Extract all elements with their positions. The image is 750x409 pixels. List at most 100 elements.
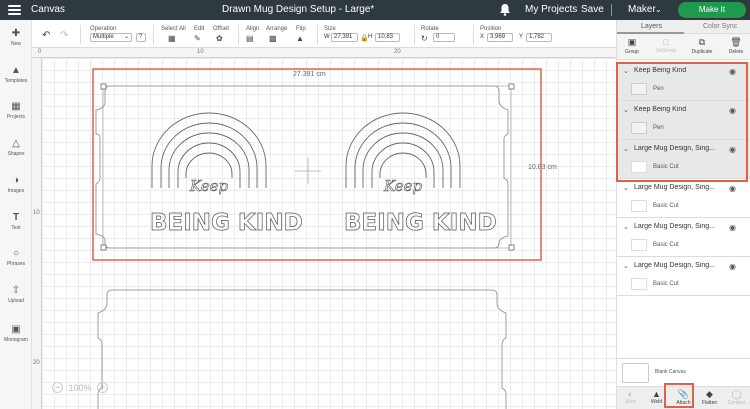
sidebar-item-shapes[interactable]: △ Shapes [0, 138, 32, 157]
eye-icon[interactable]: ◉ [729, 145, 736, 154]
delete-button[interactable]: 🗑 Delete [723, 37, 749, 55]
operation-help-button[interactable]: ? [136, 33, 146, 42]
sidebar-item-new[interactable]: ✚ New [0, 28, 32, 47]
ungroup-button[interactable]: □ UnGroup [653, 37, 679, 54]
shapes-icon: △ [12, 138, 20, 149]
layer-operation: Basic Cut [653, 281, 679, 287]
eye-icon[interactable]: ◉ [729, 106, 736, 115]
chevron-down-icon[interactable]: ⌄ [655, 5, 662, 14]
eye-icon[interactable]: ◉ [729, 223, 736, 232]
undo-icon[interactable]: ↶ [42, 30, 50, 41]
tab-layers[interactable]: Layers [641, 23, 662, 30]
machine-selector[interactable]: Maker [628, 4, 656, 15]
chevron-down-icon[interactable]: ⌄ [623, 223, 629, 231]
canvas-drawing: Keep Keep BEING KIND BEING KIND 27.391 c… [92, 68, 557, 409]
y-input[interactable]: 1,782 [526, 33, 552, 42]
group-button[interactable]: ▣ Group [619, 37, 645, 55]
x-input[interactable]: 3,969 [487, 33, 513, 42]
mug-template-second[interactable] [97, 289, 507, 409]
resize-handle-top-right[interactable] [508, 83, 515, 90]
blank-canvas-label: Blank Canvas [655, 369, 686, 375]
projects-icon: ▦ [11, 101, 21, 112]
resize-handle-top-left[interactable] [100, 83, 107, 90]
flip-icon[interactable]: ▲ [296, 34, 304, 43]
layer-item[interactable]: ⌄ Keep Being Kind ◉ Pen [617, 62, 750, 101]
design-text-script-left[interactable]: Keep [189, 177, 229, 196]
arrange-icon[interactable]: ▩ [269, 34, 277, 43]
design-canvas[interactable]: Keep Keep BEING KIND BEING KIND 27.391 c… [42, 58, 616, 409]
redo-icon[interactable]: ↷ [60, 30, 68, 41]
sidebar-item-projects[interactable]: ▦ Projects [0, 101, 32, 120]
layer-item[interactable]: ⌄ Large Mug Design, Sing... ◉ Basic Cut [617, 257, 750, 296]
zoom-in-button[interactable]: + [97, 382, 109, 394]
make-it-button[interactable]: Make It [678, 2, 746, 18]
layer-name: Keep Being Kind [634, 106, 687, 113]
layer-item[interactable]: ⌄ Large Mug Design, Sing... ◉ Basic Cut [617, 140, 750, 179]
ruler-top: 0 10 20 [32, 48, 616, 58]
design-text-script-right[interactable]: Keep [383, 177, 423, 196]
flatten-button[interactable]: ◆ Flatten [697, 389, 722, 406]
resize-handle-bottom-left[interactable] [100, 244, 107, 251]
sidebar-item-phrases[interactable]: ○ Phrases [0, 248, 32, 267]
chevron-down-icon[interactable]: ⌄ [623, 106, 629, 114]
design-text-main-right[interactable]: BEING KIND [344, 210, 497, 237]
speech-bubble-icon: ○ [12, 248, 20, 259]
sidebar-item-monogram[interactable]: ▣ Monogram [0, 324, 32, 343]
sidebar-item-label: Upload [8, 298, 24, 304]
top-bar: Canvas Drawn Mug Design Setup - Large* M… [0, 0, 750, 20]
blank-canvas-thumbnail [622, 363, 649, 383]
duplicate-button[interactable]: ⧉ Duplicate [689, 37, 715, 55]
layer-thumbnail [631, 122, 647, 134]
bottom-tools: ◐ Slice ▲ Weld 📎 Attach ◆ Flatten ◯ Cont… [617, 386, 750, 409]
select-all-label: Select All [161, 26, 186, 32]
select-all-icon[interactable]: ▦ [168, 34, 176, 43]
chevron-down-icon[interactable]: ⌄ [623, 145, 629, 153]
text-icon: T [12, 212, 20, 223]
bell-icon[interactable] [499, 3, 511, 16]
edit-icon[interactable]: ✎ [194, 34, 201, 43]
layer-item[interactable]: ⌄ Keep Being Kind ◉ Pen [617, 101, 750, 140]
eye-icon[interactable]: ◉ [729, 262, 736, 271]
chevron-down-icon[interactable]: ⌄ [623, 262, 629, 270]
blank-canvas-row[interactable]: Blank Canvas [617, 358, 750, 386]
eye-icon[interactable]: ◉ [729, 67, 736, 76]
tool-label: Duplicate [691, 49, 713, 55]
sidebar-item-templates[interactable]: ▲ Templates [0, 65, 32, 84]
layer-thumbnail [631, 200, 647, 212]
toolbar-divider [238, 25, 239, 45]
left-sidebar: ✚ New ▲ Templates ▦ Projects △ Shapes ◑ … [0, 20, 32, 409]
layer-operation: Basic Cut [653, 164, 679, 170]
zoom-out-button[interactable]: − [52, 382, 63, 394]
tool-label: Slice [625, 399, 636, 405]
height-input[interactable]: 10,83 [375, 33, 400, 42]
chevron-down-icon[interactable]: ⌄ [623, 184, 629, 192]
sidebar-item-images[interactable]: ◑ Images [0, 175, 32, 194]
width-input[interactable]: 27,391 [331, 33, 358, 42]
align-icon[interactable]: ▤ [246, 34, 254, 43]
chevron-down-icon[interactable]: ⌄ [623, 67, 629, 75]
operation-select[interactable]: Multiple ⌄ [90, 33, 132, 42]
my-projects-link[interactable]: My Projects [525, 4, 577, 15]
slice-button[interactable]: ◐ Slice [618, 389, 643, 405]
layer-item[interactable]: ⌄ Large Mug Design, Sing... ◉ Basic Cut [617, 179, 750, 218]
resize-handle-bottom-right[interactable] [508, 244, 515, 251]
save-button[interactable]: Save [581, 4, 604, 15]
menu-icon[interactable] [8, 5, 21, 15]
offset-icon[interactable]: ✿ [216, 34, 223, 43]
sidebar-item-upload[interactable]: ⇧ Upload [0, 285, 32, 304]
sidebar-item-text[interactable]: T Text [0, 212, 32, 231]
ruler-number: 20 [394, 49, 401, 55]
eye-icon[interactable]: ◉ [729, 184, 736, 193]
layer-item[interactable]: ⌄ Large Mug Design, Sing... ◉ Basic Cut [617, 218, 750, 257]
layer-thumbnail [631, 239, 647, 251]
plus-icon: ✚ [11, 28, 21, 39]
toolbar-divider [80, 25, 81, 45]
weld-button[interactable]: ▲ Weld [644, 389, 669, 405]
x-label: X [480, 34, 485, 40]
design-text-main-left[interactable]: BEING KIND [150, 210, 303, 237]
contour-button[interactable]: ◯ Contour [724, 389, 749, 406]
attach-button[interactable]: 📎 Attach [671, 389, 696, 406]
rotate-input[interactable]: 0 [433, 33, 455, 42]
rotate-icon[interactable]: ↻ [421, 34, 428, 43]
tab-color-sync[interactable]: Color Sync [703, 23, 737, 30]
